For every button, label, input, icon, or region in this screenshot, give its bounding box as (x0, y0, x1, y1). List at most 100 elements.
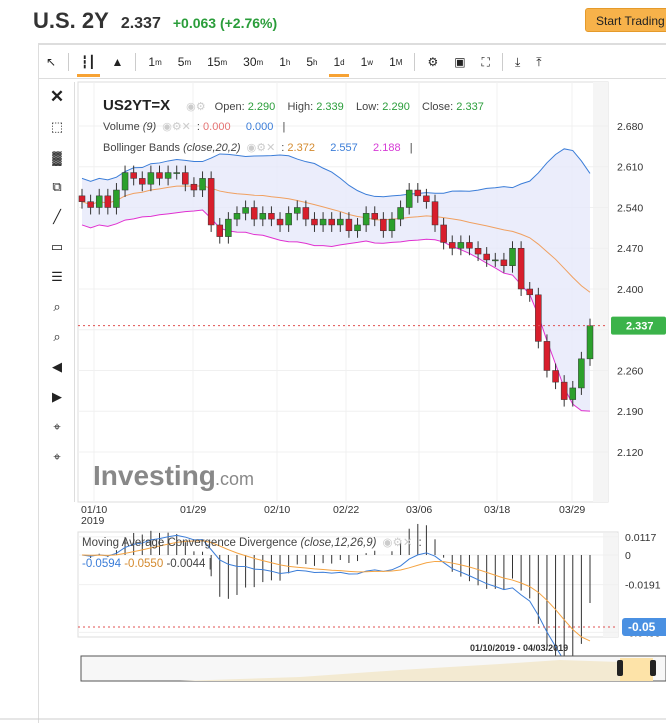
macd-value: -0.0594 (82, 558, 122, 570)
navigator-handle-right[interactable] (650, 660, 656, 676)
x-tick-label: 02/10 (264, 504, 290, 516)
candle (156, 172, 163, 179)
candle (388, 218, 396, 232)
volume-value-2: 0.000 (245, 121, 274, 133)
bb-param: (close,20,2) (183, 142, 241, 154)
navigator-range: 01/10/2019 - 04/03/2019 (470, 643, 569, 653)
candle (328, 218, 335, 226)
candle (199, 178, 206, 191)
symbol: US2YT=X (103, 97, 171, 114)
hatched-margin (593, 82, 608, 502)
indicator-controls-icon[interactable]: ◉⚙✕ (247, 142, 276, 154)
candle (242, 207, 249, 214)
candle (578, 358, 585, 389)
candle (250, 207, 258, 220)
indicator-controls-icon[interactable]: ◉⚙✕ (162, 121, 191, 133)
candle (362, 213, 370, 226)
candle (380, 218, 387, 232)
macd-label: Moving Average Convergence Divergence (82, 537, 298, 549)
candle (95, 195, 103, 208)
candle (526, 288, 533, 296)
candle (87, 201, 94, 208)
candle (586, 325, 594, 360)
candle (130, 172, 137, 179)
candle (466, 242, 473, 249)
y-tick-label: 2.540 (617, 202, 643, 214)
candle (474, 247, 482, 255)
candle (535, 294, 542, 342)
visibility-icon[interactable]: ◉⚙ (186, 101, 205, 113)
low-value: 2.290 (382, 101, 410, 113)
volume-param: (9) (142, 121, 157, 133)
candle (294, 207, 301, 214)
indicator-controls-icon[interactable]: ◉⚙✕ (383, 537, 413, 549)
candle (569, 387, 577, 400)
y-tick-label: 2.190 (617, 406, 643, 418)
high-value: 2.339 (316, 101, 344, 113)
candle (552, 370, 559, 383)
candle (345, 218, 353, 232)
candle (457, 242, 465, 249)
candle (139, 178, 146, 185)
close-label: Close: (422, 101, 454, 113)
candle (207, 178, 215, 226)
bb-lower-value: 2.188 (373, 142, 401, 154)
navigator-selection (620, 658, 653, 681)
low-label: Low: (355, 101, 380, 113)
investing-logo: Investing (93, 460, 216, 491)
candle (414, 189, 422, 197)
macd-tick-label: 0 (625, 550, 631, 562)
candle (311, 218, 318, 226)
candle (405, 189, 413, 208)
y-tick-label: 2.400 (617, 284, 643, 296)
candle (397, 207, 404, 220)
y-tick-label: 2.680 (617, 121, 643, 133)
chart-legend: US2YT=X ◉⚙ Open: 2.290 High: 2.339 Low: 2… (103, 97, 484, 154)
candle (483, 253, 490, 261)
candle (233, 213, 241, 220)
candle (337, 218, 344, 226)
candle (164, 172, 172, 179)
candle (319, 218, 327, 226)
candle (225, 218, 232, 237)
y-tick-label: 2.470 (617, 243, 643, 255)
candle (440, 224, 447, 243)
x-tick-label: 02/22 (333, 504, 359, 516)
macd-tick-label: -0.0191 (625, 580, 661, 592)
candle (113, 189, 120, 208)
candle (371, 213, 378, 220)
candle (431, 201, 439, 226)
candle (500, 259, 508, 266)
x-tick-label: 03/29 (559, 504, 585, 516)
candle (121, 172, 129, 191)
candle (216, 224, 224, 237)
macd-tick-label: 0.0117 (625, 532, 656, 544)
bb-mid-value: 2.372 (287, 142, 315, 154)
y-tick-label: 2.120 (617, 447, 643, 459)
candle (173, 172, 180, 174)
x-tick-label: 03/18 (484, 504, 510, 516)
candle (147, 172, 155, 185)
volume-value-1: 0.000 (203, 121, 231, 133)
candle (259, 213, 267, 220)
y-tick-label: 2.260 (617, 365, 643, 377)
bb-upper-value: 2.557 (330, 142, 358, 154)
macd-param: (close,12,26,9) (300, 537, 377, 549)
signal-value: -0.0550 (124, 558, 164, 570)
candle (517, 247, 525, 290)
open-value: 2.290 (247, 101, 276, 113)
candle (423, 195, 430, 202)
candle (560, 381, 568, 400)
bollinger-fill (82, 148, 590, 412)
x-tick-label: 03/06 (406, 504, 432, 516)
close-value: 2.337 (456, 101, 484, 113)
candle (543, 341, 551, 371)
candle (78, 195, 86, 202)
candle (268, 213, 275, 220)
investing-logo-suffix: .com (215, 469, 254, 489)
histogram-value: -0.0044 (166, 558, 206, 570)
x-tick-year: 2019 (81, 515, 105, 527)
candle (104, 195, 112, 208)
navigator-handle-left[interactable] (617, 660, 623, 676)
open-label: Open: (214, 101, 245, 113)
